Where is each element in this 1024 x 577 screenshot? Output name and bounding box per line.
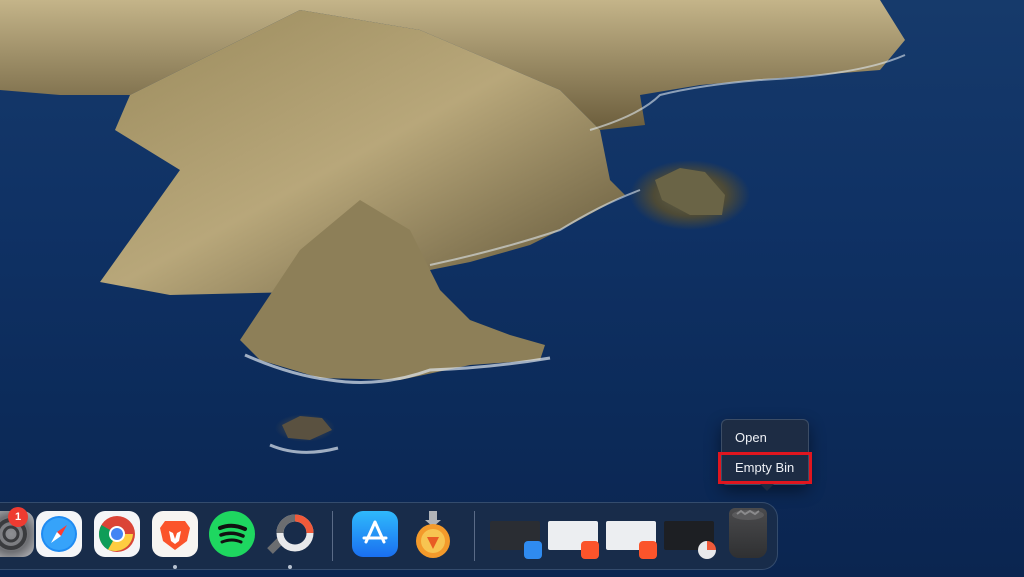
installer-flask-icon (416, 511, 450, 558)
finder-icon (524, 541, 542, 559)
chrome-icon (98, 516, 135, 552)
ring-chart-icon (698, 541, 716, 559)
running-indicator (173, 565, 177, 569)
dock-app-store[interactable] (352, 511, 398, 557)
ring-chart-icon (267, 514, 314, 554)
brave-lion-icon (160, 521, 190, 550)
wallpaper-landscape (0, 0, 906, 454)
safari-compass-icon (41, 516, 77, 552)
dock-chrome[interactable] (94, 511, 140, 557)
trash-context-menu: Open Empty Bin (718, 419, 812, 485)
dock-installer[interactable] (410, 511, 456, 558)
dock-divider (474, 511, 475, 561)
brave-lion-icon (581, 541, 599, 559)
menu-pointer (760, 484, 774, 491)
dock-spotify[interactable] (209, 511, 255, 557)
dock-pdf-search[interactable] (266, 511, 314, 557)
menu-item-empty-bin[interactable]: Empty Bin (718, 452, 812, 484)
dock-divider (332, 511, 333, 561)
desktop-wallpaper (0, 0, 1024, 577)
trash-full-icon (732, 509, 764, 520)
rock-islet (655, 168, 725, 215)
menu-item-open[interactable]: Open (722, 424, 808, 452)
dock-brave[interactable] (152, 511, 198, 557)
dock-trash-bin[interactable] (729, 508, 767, 558)
app-store-icon (362, 520, 388, 544)
small-rock (282, 416, 332, 440)
spotify-icon (218, 523, 247, 544)
running-indicator (288, 565, 292, 569)
dock-safari[interactable] (36, 511, 82, 557)
brave-lion-icon (639, 541, 657, 559)
notification-badge: 1 (8, 507, 28, 527)
